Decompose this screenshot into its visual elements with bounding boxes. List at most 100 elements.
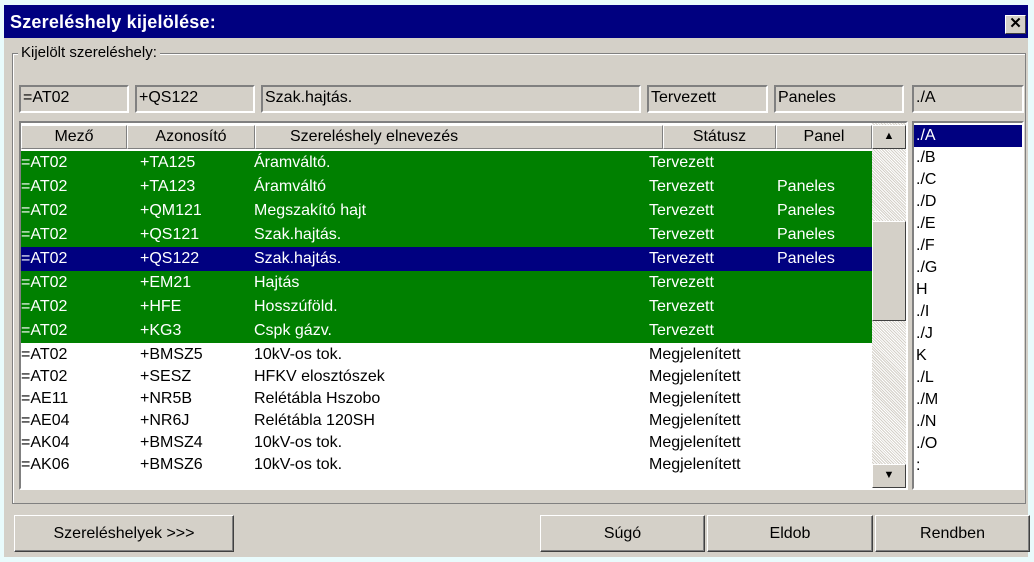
cell-panel: Paneles (777, 178, 835, 195)
cell-azonosito: +NR5B (140, 390, 193, 407)
cell-statusz: Megjelenített (649, 412, 741, 429)
cell-mezo: =AT02 (21, 346, 68, 363)
cell-elnevezes: 10kV-os tok. (254, 346, 343, 363)
discard-button[interactable]: Eldob (707, 515, 873, 552)
path-list-item[interactable]: ./N (914, 411, 1022, 433)
field-path: ./A (912, 85, 1024, 113)
cell-panel: Paneles (777, 226, 835, 243)
table-row[interactable]: =AT02 +SESZ HFKV elosztószek Megjeleníte… (21, 365, 872, 389)
cell-elnevezes: Szak.hajtás. (254, 226, 342, 243)
table-row[interactable]: =AE04 +NR6J Relétábla 120SH Megjelenítet… (21, 409, 872, 433)
cell-mezo: =AT02 (21, 226, 68, 243)
table-row[interactable]: =AK06 +BMSZ6 10kV-os tok. Megjelenített (21, 453, 872, 477)
locations-table: Mező Azonosító Szereléshely elnevezés St… (19, 121, 908, 490)
cell-elnevezes: Relétábla 120SH (254, 412, 375, 429)
path-list-item[interactable]: ./J (914, 323, 1022, 345)
ok-button[interactable]: Rendben (875, 515, 1030, 552)
path-list-item[interactable]: : (914, 455, 1022, 477)
cell-mezo: =AT02 (21, 154, 68, 171)
cell-elnevezes: Megszakító hajt (254, 202, 367, 219)
cell-azonosito: +QM121 (140, 202, 202, 219)
cell-panel: Paneles (777, 202, 835, 219)
table-vertical-scrollbar[interactable]: ▲ ▼ (872, 123, 906, 488)
cell-elnevezes: Cspk gázv. (254, 322, 332, 339)
cell-azonosito: +SESZ (140, 368, 192, 385)
close-icon: ✕ (1009, 15, 1022, 32)
cell-statusz: Tervezett (649, 250, 714, 267)
table-row[interactable]: =AT02 +TA125 Áramváltó. Tervezett (21, 151, 872, 175)
table-body: =AT02 +TA125 Áramváltó. Tervezett =AT02 … (21, 149, 872, 488)
cell-mezo: =AT02 (21, 298, 68, 315)
cell-mezo: =AT02 (21, 274, 68, 291)
column-header-elnevezes[interactable]: Szereléshely elnevezés (255, 125, 663, 149)
path-list-item[interactable]: ./I (914, 301, 1022, 323)
column-header-statusz[interactable]: Státusz (663, 125, 776, 149)
path-list-item[interactable]: K (914, 345, 1022, 367)
field-azonosito: +QS122 (135, 85, 255, 113)
path-list-item-selected[interactable]: ./A (914, 125, 1022, 147)
table-row[interactable]: =AE11 +NR5B Relétábla Hszobo Megjeleníte… (21, 387, 872, 411)
group-label: Kijelölt szereléshely: (18, 45, 160, 61)
cell-statusz: Megjelenített (649, 434, 741, 451)
cell-elnevezes: Relétábla Hszobo (254, 390, 381, 407)
path-list-item[interactable]: ./B (914, 147, 1022, 169)
path-list-item[interactable]: ./M (914, 389, 1022, 411)
cell-mezo: =AT02 (21, 178, 68, 195)
locations-button[interactable]: Szereléshelyek >>> (14, 515, 234, 552)
path-list-item[interactable]: ./E (914, 213, 1022, 235)
cell-statusz: Megjelenített (649, 368, 741, 385)
table-row[interactable]: =AT02 +HFE Hosszúföld. Tervezett (21, 295, 872, 319)
cell-elnevezes: Szak.hajtás. (254, 250, 342, 267)
cell-statusz: Tervezett (649, 154, 714, 171)
cell-elnevezes: 10kV-os tok. (254, 434, 343, 451)
help-button[interactable]: Súgó (540, 515, 705, 552)
cell-azonosito: +QS121 (140, 226, 200, 243)
scrollbar-thumb[interactable] (872, 221, 906, 321)
scroll-down-button[interactable]: ▼ (872, 464, 906, 488)
column-header-panel[interactable]: Panel (776, 125, 872, 149)
arrow-down-icon: ▼ (883, 469, 895, 481)
cell-statusz: Tervezett (649, 202, 714, 219)
title-bar[interactable]: Szereléshely kijelölése: ✕ (4, 5, 1028, 38)
table-row[interactable]: =AT02 +BMSZ5 10kV-os tok. Megjelenített (21, 343, 872, 367)
path-list-item[interactable]: ./O (914, 433, 1022, 455)
path-list-item[interactable]: ./L (914, 367, 1022, 389)
table-row-selected[interactable]: =AT02 +QS122 Szak.hajtás. Tervezett Pane… (21, 247, 872, 271)
field-mezo: =AT02 (19, 85, 129, 113)
path-list-item[interactable]: ./G (914, 257, 1022, 279)
path-list-item[interactable]: ./F (914, 235, 1022, 257)
path-list-item[interactable]: ./C (914, 169, 1022, 191)
cell-statusz: Megjelenített (649, 346, 741, 363)
column-header-mezo[interactable]: Mező (21, 125, 127, 149)
field-panel: Paneles (774, 85, 904, 113)
cell-mezo: =AK04 (21, 434, 70, 451)
cell-panel: Paneles (777, 250, 835, 267)
path-list-item[interactable]: ./D (914, 191, 1022, 213)
path-list-item[interactable]: H (914, 279, 1022, 301)
close-button[interactable]: ✕ (1005, 15, 1026, 34)
column-header-azonosito[interactable]: Azonosító (127, 125, 255, 149)
cell-elnevezes: Hajtás (254, 274, 300, 291)
cell-statusz: Tervezett (649, 178, 714, 195)
cell-elnevezes: Áramváltó (254, 178, 327, 195)
table-row[interactable]: =AT02 +EM21 Hajtás Tervezett (21, 271, 872, 295)
table-row[interactable]: =AT02 +QS121 Szak.hajtás. Tervezett Pane… (21, 223, 872, 247)
cell-elnevezes: Áramváltó. (254, 154, 331, 171)
cell-azonosito: +BMSZ5 (140, 346, 203, 363)
cell-azonosito: +KG3 (140, 322, 182, 339)
cell-mezo: =AK06 (21, 456, 70, 473)
table-row[interactable]: =AT02 +QM121 Megszakító hajt Tervezett P… (21, 199, 872, 223)
field-elnevezes: Szak.hajtás. (261, 85, 641, 113)
cell-azonosito: +EM21 (140, 274, 192, 291)
scroll-up-button[interactable]: ▲ (872, 125, 906, 149)
table-row[interactable]: =AK04 +BMSZ4 10kV-os tok. Megjelenített (21, 431, 872, 455)
arrow-up-icon: ▲ (883, 130, 895, 142)
path-listbox[interactable]: ./A ./B ./C ./D ./E ./F ./G H ./I ./J K … (912, 121, 1024, 490)
table-row[interactable]: =AT02 +TA123 Áramváltó Tervezett Paneles (21, 175, 872, 199)
cell-statusz: Tervezett (649, 226, 714, 243)
cell-elnevezes: 10kV-os tok. (254, 456, 343, 473)
cell-statusz: Tervezett (649, 274, 714, 291)
table-row[interactable]: =AT02 +KG3 Cspk gázv. Tervezett (21, 319, 872, 343)
window-title: Szereléshely kijelölése: (10, 12, 216, 32)
cell-mezo: =AE04 (21, 412, 70, 429)
